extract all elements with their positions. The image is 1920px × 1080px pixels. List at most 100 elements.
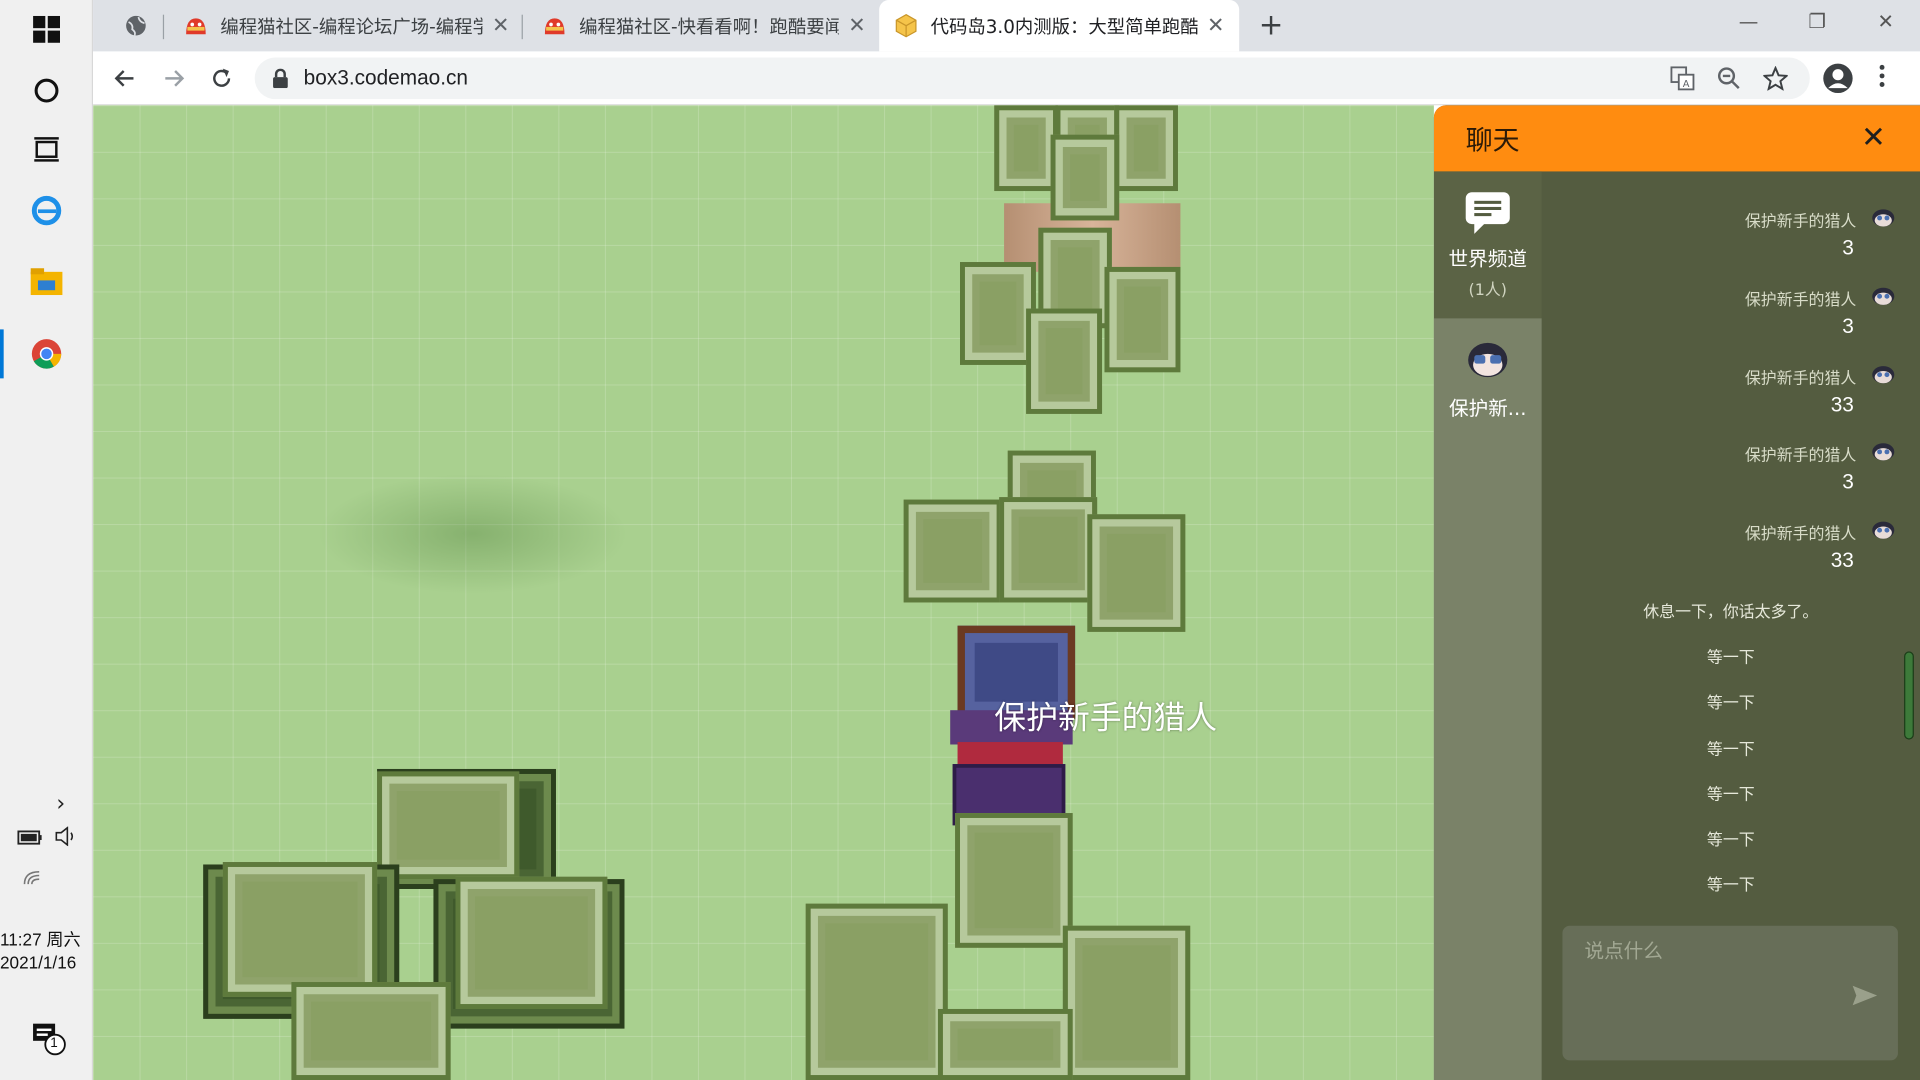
window-close-button[interactable]: ✕ [1851, 0, 1920, 42]
browser-menu-icon[interactable] [1878, 64, 1885, 93]
translate-icon[interactable]: A [1670, 66, 1695, 91]
grass-block [1050, 134, 1120, 221]
system-message: 等一下 [1706, 831, 1755, 850]
windows-taskbar: › 11:27 周六 2021/1/16 1 [0, 0, 94, 1080]
volume-icon[interactable] [54, 826, 78, 851]
svg-text:A: A [1683, 79, 1690, 90]
channel-world-count: (1人) [1468, 281, 1507, 301]
task-view-icon[interactable] [0, 120, 93, 179]
browser-tab-strip: 编程猫社区-编程论坛广场-编程学 ✕ 编程猫社区-快看看啊！跑酷要闻 ✕ 代码岛… [93, 0, 1920, 52]
tab-title: 代码岛3.0内测版：大型简单跑酷 [930, 15, 1198, 38]
chat-title: 聊天 [1465, 126, 1520, 157]
chat-message: 保护新手的猎人 33 [1553, 520, 1896, 573]
wifi-icon[interactable] [22, 867, 44, 891]
address-bar[interactable]: box3.codemao.cn A [254, 57, 1810, 100]
chat-input-box [1562, 925, 1898, 1061]
tab-codemao-forum[interactable]: 编程猫社区-编程论坛广场-编程学 ✕ [169, 0, 524, 51]
grass-block [222, 862, 378, 997]
message-text: 3 [1842, 314, 1854, 338]
grass-block [960, 262, 1036, 365]
file-explorer-icon[interactable] [0, 252, 93, 311]
grass-block [1062, 925, 1191, 1080]
grass-block [955, 813, 1073, 948]
url-text: box3.codemao.cn [303, 66, 469, 90]
system-message: 等一下 [1706, 694, 1755, 713]
grass-block [805, 903, 948, 1080]
sender-avatar-icon [1872, 521, 1895, 539]
tab-codemao-parkour-news[interactable]: 编程猫社区-快看看啊！跑酷要闻 ✕ [528, 0, 881, 51]
chat-close-button[interactable]: ✕ [1861, 120, 1886, 154]
grass-block [1114, 105, 1178, 192]
tray-expand-icon[interactable]: › [56, 791, 65, 817]
forward-button[interactable] [157, 61, 191, 95]
cortana-icon[interactable] [0, 61, 93, 120]
message-sender: 保护新手的猎人 [1744, 291, 1857, 310]
message-text: 3 [1842, 236, 1854, 260]
channel-list: 世界频道 (1人) 保护新... [1433, 171, 1542, 1080]
message-sender: 保护新手的猎人 [1744, 525, 1857, 544]
box3-icon [895, 13, 917, 38]
clock-date: 2021/1/16 [0, 952, 77, 973]
omnibox-actions: A [1670, 66, 1788, 91]
back-button[interactable] [108, 61, 142, 95]
tab-blank[interactable] [110, 0, 169, 51]
chat-message: 保护新手的猎人 33 [1553, 365, 1896, 418]
game-viewport[interactable]: 保护新手的猎人 [93, 105, 1434, 1080]
restore-button[interactable]: ❐ [1783, 0, 1852, 42]
system-message: 等一下 [1706, 876, 1755, 896]
clock[interactable]: 11:27 周六 2021/1/16 [0, 928, 93, 975]
tab-separator [162, 14, 165, 40]
codemao-icon [544, 18, 565, 35]
channel-world[interactable]: 世界频道 (1人) [1434, 171, 1542, 318]
message-sender: 保护新手的猎人 [1744, 369, 1857, 389]
reload-button[interactable] [204, 61, 238, 95]
profile-avatar-icon[interactable] [1822, 62, 1854, 99]
message-sender: 保护新手的猎人 [1744, 213, 1857, 232]
message-sender: 保护新手的猎人 [1744, 446, 1857, 466]
message-text: 33 [1830, 548, 1854, 572]
notification-icon[interactable]: 1 [32, 1021, 69, 1060]
tab-close-icon[interactable]: ✕ [492, 13, 509, 37]
zoom-out-icon[interactable] [1717, 66, 1741, 90]
player-scarf [957, 742, 1063, 767]
channel-user[interactable]: 保护新... [1433, 318, 1542, 1080]
system-message: 等一下 [1706, 648, 1755, 668]
sender-avatar-icon [1872, 443, 1895, 461]
player-name-tag: 保护新手的猎人 [994, 700, 1218, 738]
system-message: 休息一下，你话太多了。 [1643, 603, 1819, 623]
send-icon[interactable] [1851, 984, 1878, 1006]
new-tab-button[interactable]: + [1259, 7, 1284, 41]
tab-box3-active[interactable]: 代码岛3.0内测版：大型简单跑酷 ✕ [879, 0, 1240, 52]
chat-message: 保护新手的猎人 3 [1553, 208, 1896, 261]
chat-panel: 聊天 ✕ 世界频道 (1人) 保护新... 保护新手的猎人 3 保护新手的猎人 … [1433, 105, 1920, 1080]
system-message: 等一下 [1706, 786, 1755, 805]
tab-close-icon[interactable]: ✕ [848, 13, 865, 37]
system-message: 等一下 [1706, 740, 1755, 760]
ie-icon[interactable] [0, 181, 93, 240]
bookmark-star-icon[interactable] [1763, 66, 1788, 91]
windows-start-icon[interactable] [0, 0, 93, 59]
grass-block [999, 497, 1098, 603]
grass-block [1104, 266, 1181, 373]
grass-block [937, 1008, 1073, 1080]
lock-icon[interactable] [272, 68, 289, 89]
grass-block [1087, 514, 1186, 632]
grass-block [291, 982, 451, 1080]
message-text: 3 [1842, 470, 1854, 494]
tab-close-icon[interactable]: ✕ [1207, 13, 1224, 37]
chrome-icon[interactable] [0, 324, 93, 383]
channel-world-label: 世界频道 [1448, 247, 1527, 271]
channel-user-label: 保护新... [1449, 396, 1527, 421]
avatar-icon [1468, 342, 1508, 378]
chat-message: 保护新手的猎人 3 [1553, 442, 1896, 495]
tab-title: 编程猫社区-快看看啊！跑酷要闻 [579, 15, 839, 38]
grass-block [377, 771, 520, 880]
chat-scrollbar[interactable] [1904, 651, 1914, 740]
chat-header: 聊天 ✕ [1433, 105, 1920, 172]
chat-message: 保护新手的猎人 3 [1553, 287, 1896, 340]
sender-avatar-icon [1872, 366, 1895, 384]
grass-block [1026, 308, 1103, 414]
battery-icon[interactable] [17, 828, 44, 851]
minimize-button[interactable]: — [1714, 0, 1783, 42]
chat-input[interactable] [1562, 925, 1898, 975]
